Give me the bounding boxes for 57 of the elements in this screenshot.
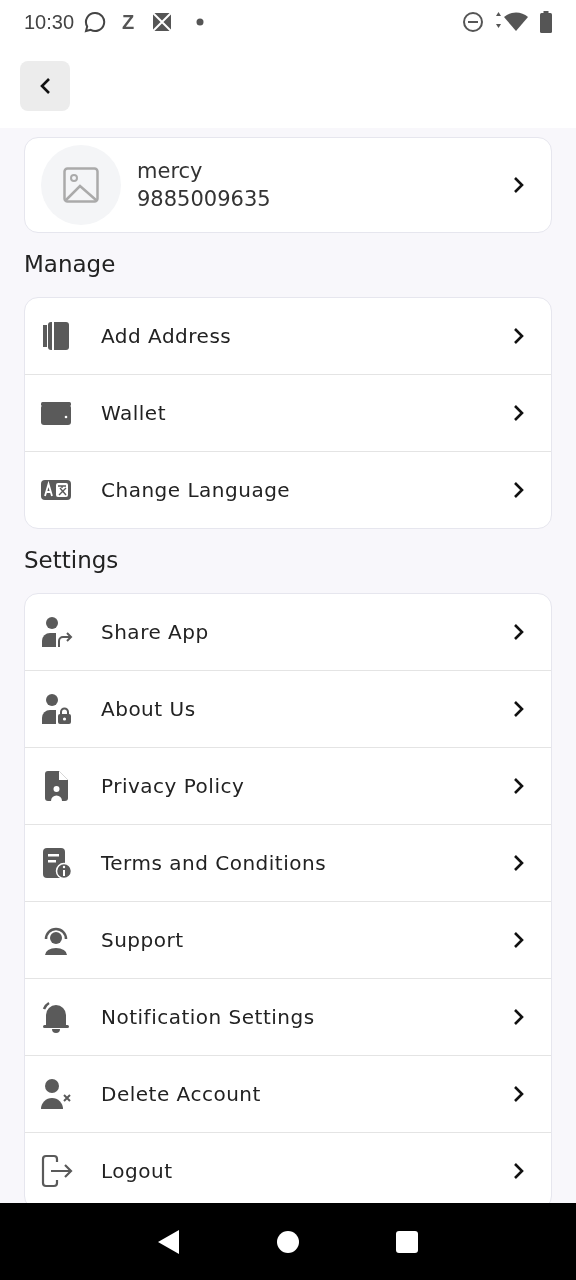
battery-icon	[540, 11, 552, 33]
menu-item-label: Share App	[101, 620, 210, 644]
dot-icon	[196, 18, 205, 26]
menu-item-label: Wallet	[101, 401, 167, 425]
user-lock-icon	[39, 692, 73, 726]
recents-nav-icon[interactable]	[394, 1229, 419, 1254]
menu-item[interactable]: Delete Account	[25, 1056, 551, 1133]
back-nav-icon[interactable]	[157, 1228, 182, 1255]
menu-item[interactable]: Change Language	[25, 452, 551, 528]
profile-phone: 9885009635	[137, 187, 272, 211]
chevron-right-icon	[513, 854, 525, 872]
chevron-right-icon	[513, 481, 525, 499]
logout-icon	[39, 1154, 73, 1188]
menu-item[interactable]: Support	[25, 902, 551, 979]
menu-item-label: Support	[101, 928, 185, 952]
chevron-right-icon	[513, 1085, 525, 1103]
section-heading: Settings	[24, 546, 120, 575]
wifi-icon	[494, 12, 530, 32]
user-remove-icon	[39, 1077, 73, 1111]
chevron-right-icon	[513, 623, 525, 641]
status-time: 10:30	[24, 10, 75, 34]
user-share-icon	[39, 615, 73, 649]
chevron-right-icon	[513, 700, 525, 718]
profile-name: mercy	[137, 159, 204, 183]
back-button[interactable]	[20, 61, 70, 111]
chevron-right-icon	[513, 404, 525, 422]
menu-item[interactable]: Privacy Policy	[25, 748, 551, 825]
menu-item-label: Delete Account	[101, 1082, 262, 1106]
menu-item-label: Change Language	[101, 478, 292, 502]
notification-letter: Z	[122, 10, 135, 34]
menu-item[interactable]: Logout	[25, 1133, 551, 1203]
chevron-left-icon	[39, 77, 51, 95]
chevron-right-icon	[513, 1162, 525, 1180]
chevron-right-icon	[513, 176, 525, 194]
profile-card[interactable]: mercy 9885009635	[24, 137, 552, 233]
chevron-right-icon	[513, 327, 525, 345]
chevron-right-icon	[513, 1008, 525, 1026]
menu-item[interactable]: Terms and Conditions	[25, 825, 551, 902]
image-icon	[63, 167, 99, 203]
home-nav-icon[interactable]	[276, 1229, 300, 1254]
menu-item-label: Terms and Conditions	[101, 851, 328, 875]
menu-item-label: Add Address	[101, 324, 233, 348]
menu-item[interactable]: Notification Settings	[25, 979, 551, 1056]
menu-item[interactable]: About Us	[25, 671, 551, 748]
chat-bubble-icon	[84, 11, 107, 33]
chevron-right-icon	[513, 777, 525, 795]
menu-item-label: Privacy Policy	[101, 774, 246, 798]
menu-item-label: About Us	[101, 697, 197, 721]
app-notification-icon	[152, 12, 173, 32]
section-heading: Manage	[24, 250, 117, 279]
do-not-disturb-icon	[462, 11, 484, 33]
chevron-right-icon	[513, 931, 525, 949]
menu-item[interactable]: Add Address	[25, 298, 551, 375]
menu-item-label: Logout	[101, 1159, 174, 1183]
menu-item-label: Notification Settings	[101, 1005, 316, 1029]
menu-item[interactable]: Share App	[25, 594, 551, 671]
menu-item[interactable]: Wallet	[25, 375, 551, 452]
